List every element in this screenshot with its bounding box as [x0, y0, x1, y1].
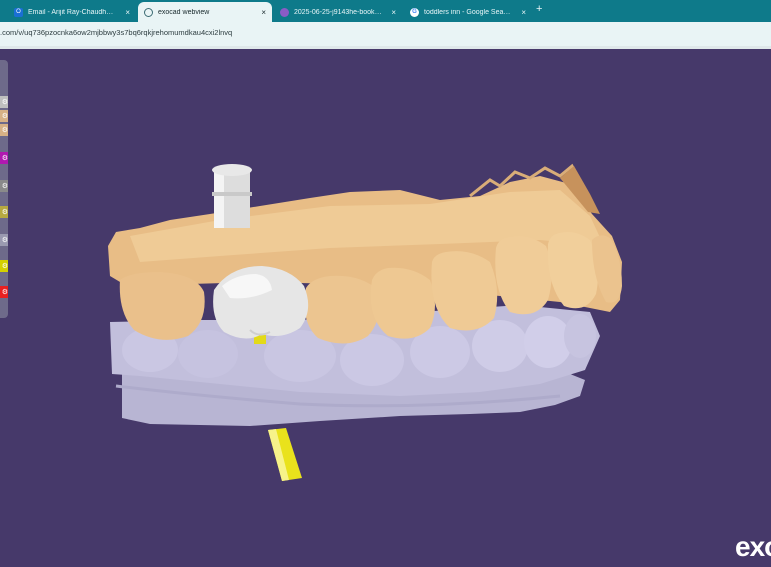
gear-icon: ⚙ [1, 98, 8, 106]
tab-title: 2025-06-25-j9143he-booklet(p [294, 8, 383, 16]
tab-title: exocad webview [158, 8, 210, 16]
visibility-toggle-6[interactable]: ⚙ [0, 206, 8, 218]
visibility-toggle-1[interactable]: ⚙ [0, 96, 8, 108]
visibility-toggle-2[interactable]: ⚙ [0, 110, 8, 122]
tab-email[interactable]: O Email - Arijit Ray-Chaudhuri - O × [8, 2, 136, 22]
google-icon: G [410, 7, 419, 17]
close-icon[interactable]: × [391, 8, 396, 17]
globe-icon [144, 7, 153, 17]
gear-icon: ⚙ [1, 126, 8, 134]
gear-icon: ⚙ [1, 112, 8, 120]
document-icon [280, 7, 289, 17]
gear-icon: ⚙ [1, 154, 8, 162]
close-icon[interactable]: × [125, 8, 130, 17]
gear-icon: ⚙ [1, 288, 8, 296]
viewer-toolbar: ⚙ ⚙ ⚙ ⚙ ⚙ ⚙ ⚙ ⚙ ⚙ [0, 60, 8, 318]
outlook-icon: O [14, 7, 23, 17]
visibility-toggle-4[interactable]: ⚙ [0, 152, 8, 164]
visibility-toggle-5[interactable]: ⚙ [0, 180, 8, 192]
tab-title: toddlers inn - Google Search [424, 8, 513, 16]
close-icon[interactable]: × [261, 8, 266, 17]
implant-abutment [212, 164, 252, 228]
exocad-logo: exo [735, 531, 771, 562]
implant-crown [213, 266, 309, 339]
tab-exocad-webview[interactable]: exocad webview × [138, 2, 272, 22]
tab-google-search[interactable]: G toddlers inn - Google Search × [404, 2, 532, 22]
tab-title: Email - Arijit Ray-Chaudhuri - O [28, 8, 117, 16]
visibility-toggle-9[interactable]: ⚙ [0, 286, 8, 298]
gear-icon: ⚙ [1, 182, 8, 190]
visibility-toggle-8[interactable]: ⚙ [0, 260, 8, 272]
address-bar: .com/v/uq736pzocnka6ow2mjbbwy3s7bq6rqkjr… [0, 22, 771, 47]
implant-post [268, 428, 302, 481]
visibility-toggle-3[interactable]: ⚙ [0, 124, 8, 136]
tab-strip: O Email - Arijit Ray-Chaudhuri - O × exo… [0, 0, 771, 22]
gear-icon: ⚙ [1, 208, 8, 216]
visibility-toggle-7[interactable]: ⚙ [0, 234, 8, 246]
tab-booklet[interactable]: 2025-06-25-j9143he-booklet(p × [274, 2, 402, 22]
gear-icon: ⚙ [1, 236, 8, 244]
dental-3d-viewport[interactable] [0, 49, 771, 567]
new-tab-button[interactable]: + [536, 3, 542, 15]
close-icon[interactable]: × [521, 8, 526, 17]
url-field[interactable]: .com/v/uq736pzocnka6ow2mjbbwy3s7bq6rqkjr… [0, 28, 232, 37]
gear-icon: ⚙ [1, 262, 8, 270]
